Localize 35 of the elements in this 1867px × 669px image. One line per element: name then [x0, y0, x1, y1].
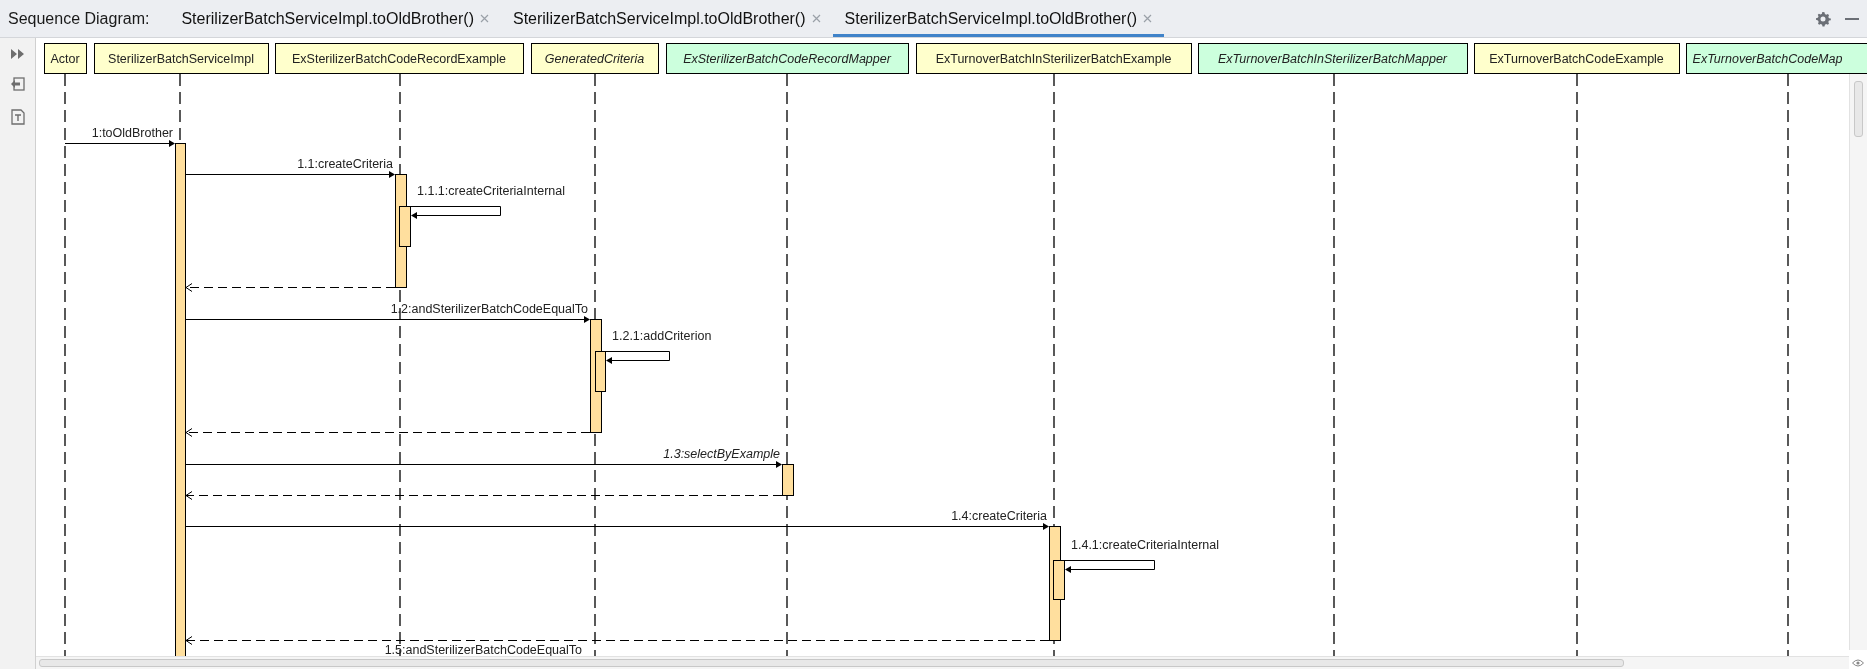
- scrollbar-thumb[interactable]: [1854, 81, 1863, 137]
- panel-title: Sequence Diagram:: [7, 8, 151, 29]
- message-label: 1:toOldBrother: [91, 126, 173, 140]
- activation-bar: [782, 464, 794, 496]
- message-label: 1.3:selectByExample: [663, 447, 780, 461]
- editor-tab[interactable]: SterilizerBatchServiceImpl.toOldBrother(): [500, 0, 833, 37]
- message-label: 1.2:andSterilizerBatchCodeEqualTo: [390, 302, 588, 316]
- text-document-icon[interactable]: [10, 109, 25, 125]
- participant-header[interactable]: ExTurnoverBatchInSterilizerBatchMapper: [1198, 43, 1468, 74]
- editor-tab[interactable]: SterilizerBatchServiceImpl.toOldBrother(): [169, 0, 501, 37]
- horizontal-scrollbar[interactable]: [36, 656, 1849, 669]
- participant-header[interactable]: ExSterilizerBatchCodeRecordMapper: [666, 43, 909, 74]
- double-arrow-icon[interactable]: [10, 49, 25, 59]
- scrollbar-thumb[interactable]: [39, 659, 1624, 667]
- message-label: 1.4:createCriteria: [951, 509, 1047, 523]
- close-icon[interactable]: [1143, 14, 1153, 23]
- message-label: 1.1:createCriteria: [297, 157, 393, 171]
- editor-tab[interactable]: SterilizerBatchServiceImpl.toOldBrother(): [832, 0, 1165, 37]
- participant-header[interactable]: ExSterilizerBatchCodeRecordExample: [275, 43, 524, 74]
- participant-header[interactable]: SterilizerBatchServiceImpl: [94, 43, 269, 74]
- message-label: 1.5:andSterilizerBatchCodeEqualTo: [384, 643, 582, 657]
- participant-header[interactable]: ExTurnoverBatchInSterilizerBatchExample: [916, 43, 1192, 74]
- self-call-arrow: [605, 351, 670, 364]
- settings-icon[interactable]: [1815, 10, 1831, 27]
- close-icon[interactable]: [811, 14, 821, 23]
- message-label: 1.2.1:addCriterion: [612, 329, 712, 343]
- close-icon[interactable]: [479, 14, 489, 23]
- eye-icon[interactable]: [1852, 659, 1864, 667]
- participant-header[interactable]: GeneratedCriteria: [531, 43, 659, 74]
- message-label: 1.1.1:createCriteriaInternal: [417, 184, 565, 198]
- participant-header[interactable]: ExTurnoverBatchCodeMap: [1686, 43, 1867, 74]
- participant-header[interactable]: Actor: [44, 43, 87, 74]
- vertical-scrollbar[interactable]: [1849, 74, 1867, 650]
- participant-header[interactable]: ExTurnoverBatchCodeExample: [1474, 43, 1680, 74]
- message-label: 1.4.1:createCriteriaInternal: [1071, 538, 1219, 552]
